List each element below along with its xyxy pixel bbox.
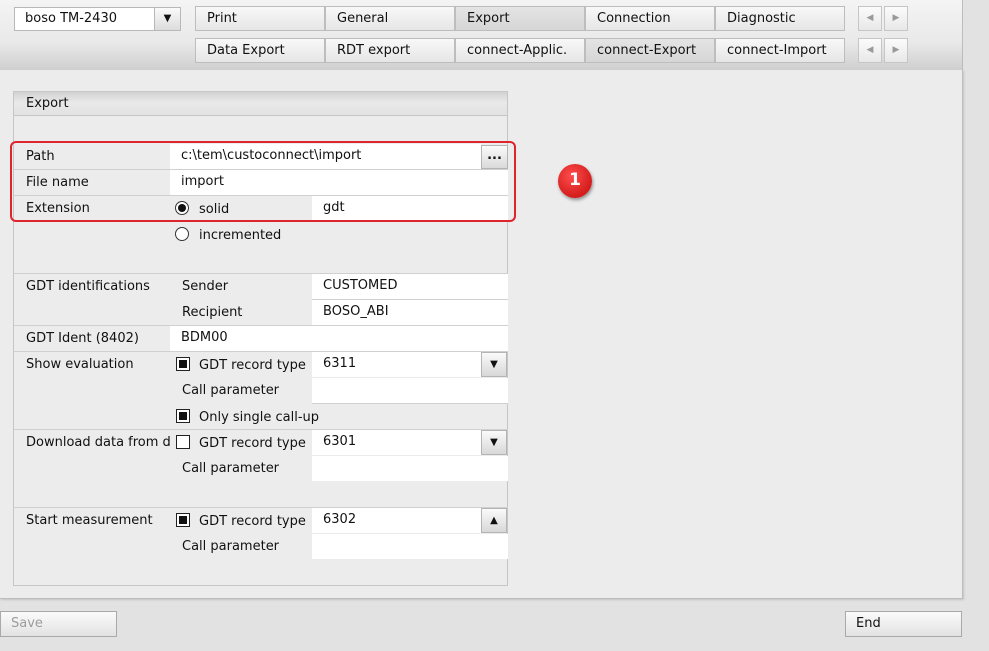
start-measurement-call-parameter-input[interactable] xyxy=(312,534,508,559)
chevron-down-icon[interactable]: ▼ xyxy=(154,8,180,30)
start-measurement-record-type-label: GDT record type xyxy=(199,514,306,529)
chevron-down-icon[interactable]: ▼ xyxy=(481,430,507,455)
show-evaluation-label: Show evaluation xyxy=(26,357,134,372)
show-evaluation-record-type-select[interactable]: 6311 xyxy=(312,352,481,377)
tab-diagnostic[interactable]: Diagnostic xyxy=(715,6,845,31)
end-button[interactable]: End xyxy=(845,611,962,637)
gdt-identifications-label: GDT identifications xyxy=(26,279,150,294)
annotation-marker: 1 xyxy=(558,164,592,198)
tab-export[interactable]: Export xyxy=(455,6,585,31)
tab-print[interactable]: Print xyxy=(195,6,325,31)
start-measurement-call-parameter-label: Call parameter xyxy=(182,539,280,554)
tab-connect-import[interactable]: connect-Import xyxy=(715,38,845,63)
gdt-ident-8402-input[interactable]: BDM00 xyxy=(170,326,508,351)
show-evaluation-checkbox[interactable] xyxy=(176,357,190,371)
single-callup-label: Only single call-up xyxy=(199,410,320,425)
start-measurement-label: Start measurement xyxy=(26,513,153,528)
show-evaluation-call-parameter-label: Call parameter xyxy=(182,383,280,398)
download-data-call-parameter-label: Call parameter xyxy=(182,461,280,476)
tab-connection[interactable]: Connection xyxy=(585,6,715,31)
sender-input[interactable]: CUSTOMED xyxy=(312,274,508,299)
device-select[interactable]: boso TM-2430 ▼ xyxy=(14,7,181,31)
show-evaluation-record-type-label: GDT record type xyxy=(199,358,306,373)
start-measurement-checkbox[interactable] xyxy=(176,513,190,527)
scroll-right-icon[interactable]: ▶ xyxy=(884,38,908,63)
download-data-checkbox[interactable] xyxy=(176,435,190,449)
gdt-ident-8402-label: GDT Ident (8402) xyxy=(26,331,139,346)
tab-connect-export[interactable]: connect-Export xyxy=(585,38,715,63)
download-data-label: Download data from device xyxy=(26,435,170,450)
show-evaluation-call-parameter-input[interactable] xyxy=(312,378,508,403)
scroll-right-icon[interactable]: ▶ xyxy=(884,6,908,31)
device-select-value: boso TM-2430 xyxy=(25,11,117,26)
scroll-left-icon[interactable]: ◀ xyxy=(858,38,882,63)
single-callup-checkbox[interactable] xyxy=(176,409,190,423)
recipient-input[interactable]: BOSO_ABI xyxy=(312,300,508,325)
download-data-record-type-select[interactable]: 6301 xyxy=(312,430,481,455)
download-data-record-type-label: GDT record type xyxy=(199,436,306,451)
extension-incremented-radio[interactable] xyxy=(175,227,189,241)
tab-connect-applic[interactable]: connect-Applic. xyxy=(455,38,585,63)
tab-rdt-export[interactable]: RDT export xyxy=(325,38,455,63)
download-data-call-parameter-input[interactable] xyxy=(312,456,508,481)
extension-incremented-label: incremented xyxy=(199,228,282,243)
sender-label: Sender xyxy=(182,279,229,294)
recipient-label: Recipient xyxy=(182,305,243,320)
export-section-title: Export xyxy=(13,91,508,116)
row-divider xyxy=(312,403,508,404)
annotation-highlight-box xyxy=(10,141,516,222)
chevron-down-icon[interactable]: ▼ xyxy=(481,352,507,377)
scroll-left-icon[interactable]: ◀ xyxy=(858,6,882,31)
chevron-up-icon[interactable]: ▲ xyxy=(481,508,507,533)
start-measurement-record-type-select[interactable]: 6302 xyxy=(312,508,481,533)
save-button[interactable]: Save xyxy=(0,611,117,637)
tab-general[interactable]: General xyxy=(325,6,455,31)
tab-data-export[interactable]: Data Export xyxy=(195,38,325,63)
